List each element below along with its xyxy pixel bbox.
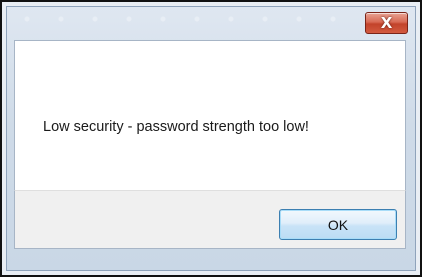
button-bar: OK <box>14 190 406 249</box>
screenshot-border: X Low security - password strength too l… <box>0 0 422 277</box>
close-icon: X <box>380 14 393 32</box>
ok-button[interactable]: OK <box>279 209 397 240</box>
dialog-window: X Low security - password strength too l… <box>6 6 416 271</box>
dialog-content: Low security - password strength too low… <box>14 40 406 190</box>
close-button[interactable]: X <box>365 12 408 34</box>
message-text: Low security - password strength too low… <box>43 119 309 135</box>
